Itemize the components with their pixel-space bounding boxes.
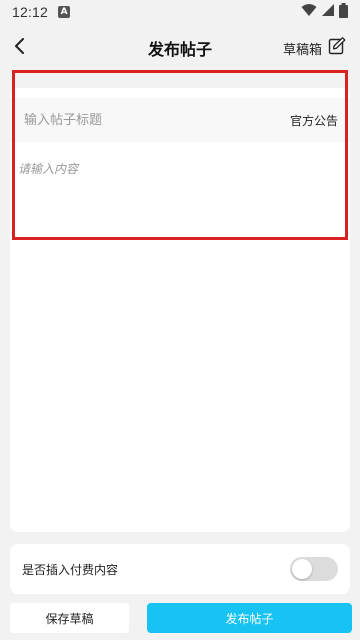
status-bar: 12:12 A [0, 0, 360, 24]
screen: 12:12 A 发布帖子 草稿箱 输入帖子标题 官方公告 请输入内容 是否插入付… [0, 0, 360, 640]
paid-content-toggle[interactable] [290, 557, 338, 581]
toggle-knob [292, 559, 312, 579]
app-notification-letter: A [60, 6, 68, 17]
post-title-input[interactable] [24, 112, 290, 128]
paid-content-row: 是否插入付费内容 [10, 544, 350, 594]
back-button[interactable] [8, 36, 32, 60]
app-notification-icon: A [58, 6, 71, 18]
chevron-left-icon [13, 38, 27, 58]
publish-post-button[interactable]: 发布帖子 [147, 603, 352, 633]
post-content-input[interactable] [18, 160, 338, 280]
save-draft-button[interactable]: 保存草稿 [10, 603, 129, 633]
post-editor-card: 官方公告 [10, 88, 350, 532]
drafts-button[interactable]: 草稿箱 [283, 24, 346, 72]
wifi-icon [301, 3, 317, 21]
battery-icon [339, 2, 348, 22]
signal-icon [321, 3, 335, 21]
drafts-label: 草稿箱 [282, 42, 322, 58]
edit-note-icon [328, 37, 346, 59]
status-time: 12:12 [12, 4, 49, 20]
header: 发布帖子 草稿箱 [0, 24, 360, 72]
status-indicators [301, 2, 348, 22]
category-tag[interactable]: 官方公告 [290, 112, 338, 129]
title-row: 官方公告 [10, 98, 350, 142]
paid-content-label: 是否插入付费内容 [22, 562, 119, 577]
